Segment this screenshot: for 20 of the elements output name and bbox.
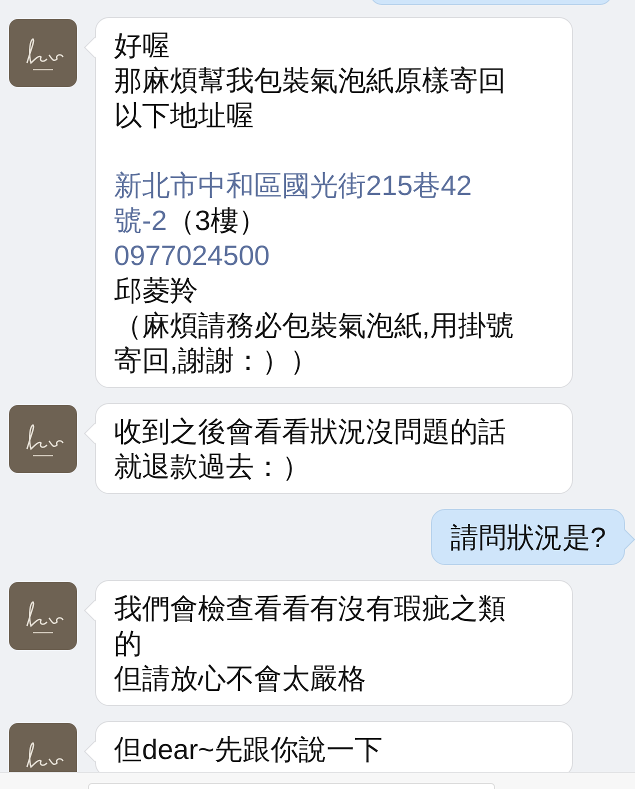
message-text: 以下地址喔 bbox=[114, 100, 254, 131]
message-text: 但dear~先跟你說一下 bbox=[114, 734, 382, 765]
message-link[interactable]: 0977024500 bbox=[114, 240, 270, 271]
message-text: 那麻煩幫我包裝氣泡紙原樣寄回 bbox=[114, 65, 506, 96]
message-text: 但請放心不會太嚴格 bbox=[114, 663, 366, 694]
message-text: 請問狀況是? bbox=[450, 522, 606, 553]
message-text: 我們會檢查看看有沒有瑕疵之類 bbox=[114, 593, 506, 624]
message-link[interactable]: 新北市中和區國光街215巷42 bbox=[114, 170, 472, 201]
message-text: 寄回,謝謝：）） bbox=[114, 345, 318, 376]
avatar-icon[interactable] bbox=[9, 582, 77, 650]
message-text: 好喔 bbox=[114, 30, 170, 61]
message-text: （3樓） bbox=[166, 205, 266, 236]
avatar-icon[interactable] bbox=[9, 405, 77, 473]
message-text: 邱菱羚 bbox=[114, 275, 198, 306]
message-text: 的 bbox=[114, 628, 142, 659]
message-text: 收到之後會看看狀況沒問題的話 bbox=[114, 416, 506, 447]
message-link[interactable]: 號-2 bbox=[114, 205, 167, 236]
message-text: 就退款過去：） bbox=[114, 451, 310, 482]
message-text: （麻煩請務必包裝氣泡紙,用掛號 bbox=[114, 310, 514, 341]
avatar-icon[interactable] bbox=[9, 19, 77, 87]
